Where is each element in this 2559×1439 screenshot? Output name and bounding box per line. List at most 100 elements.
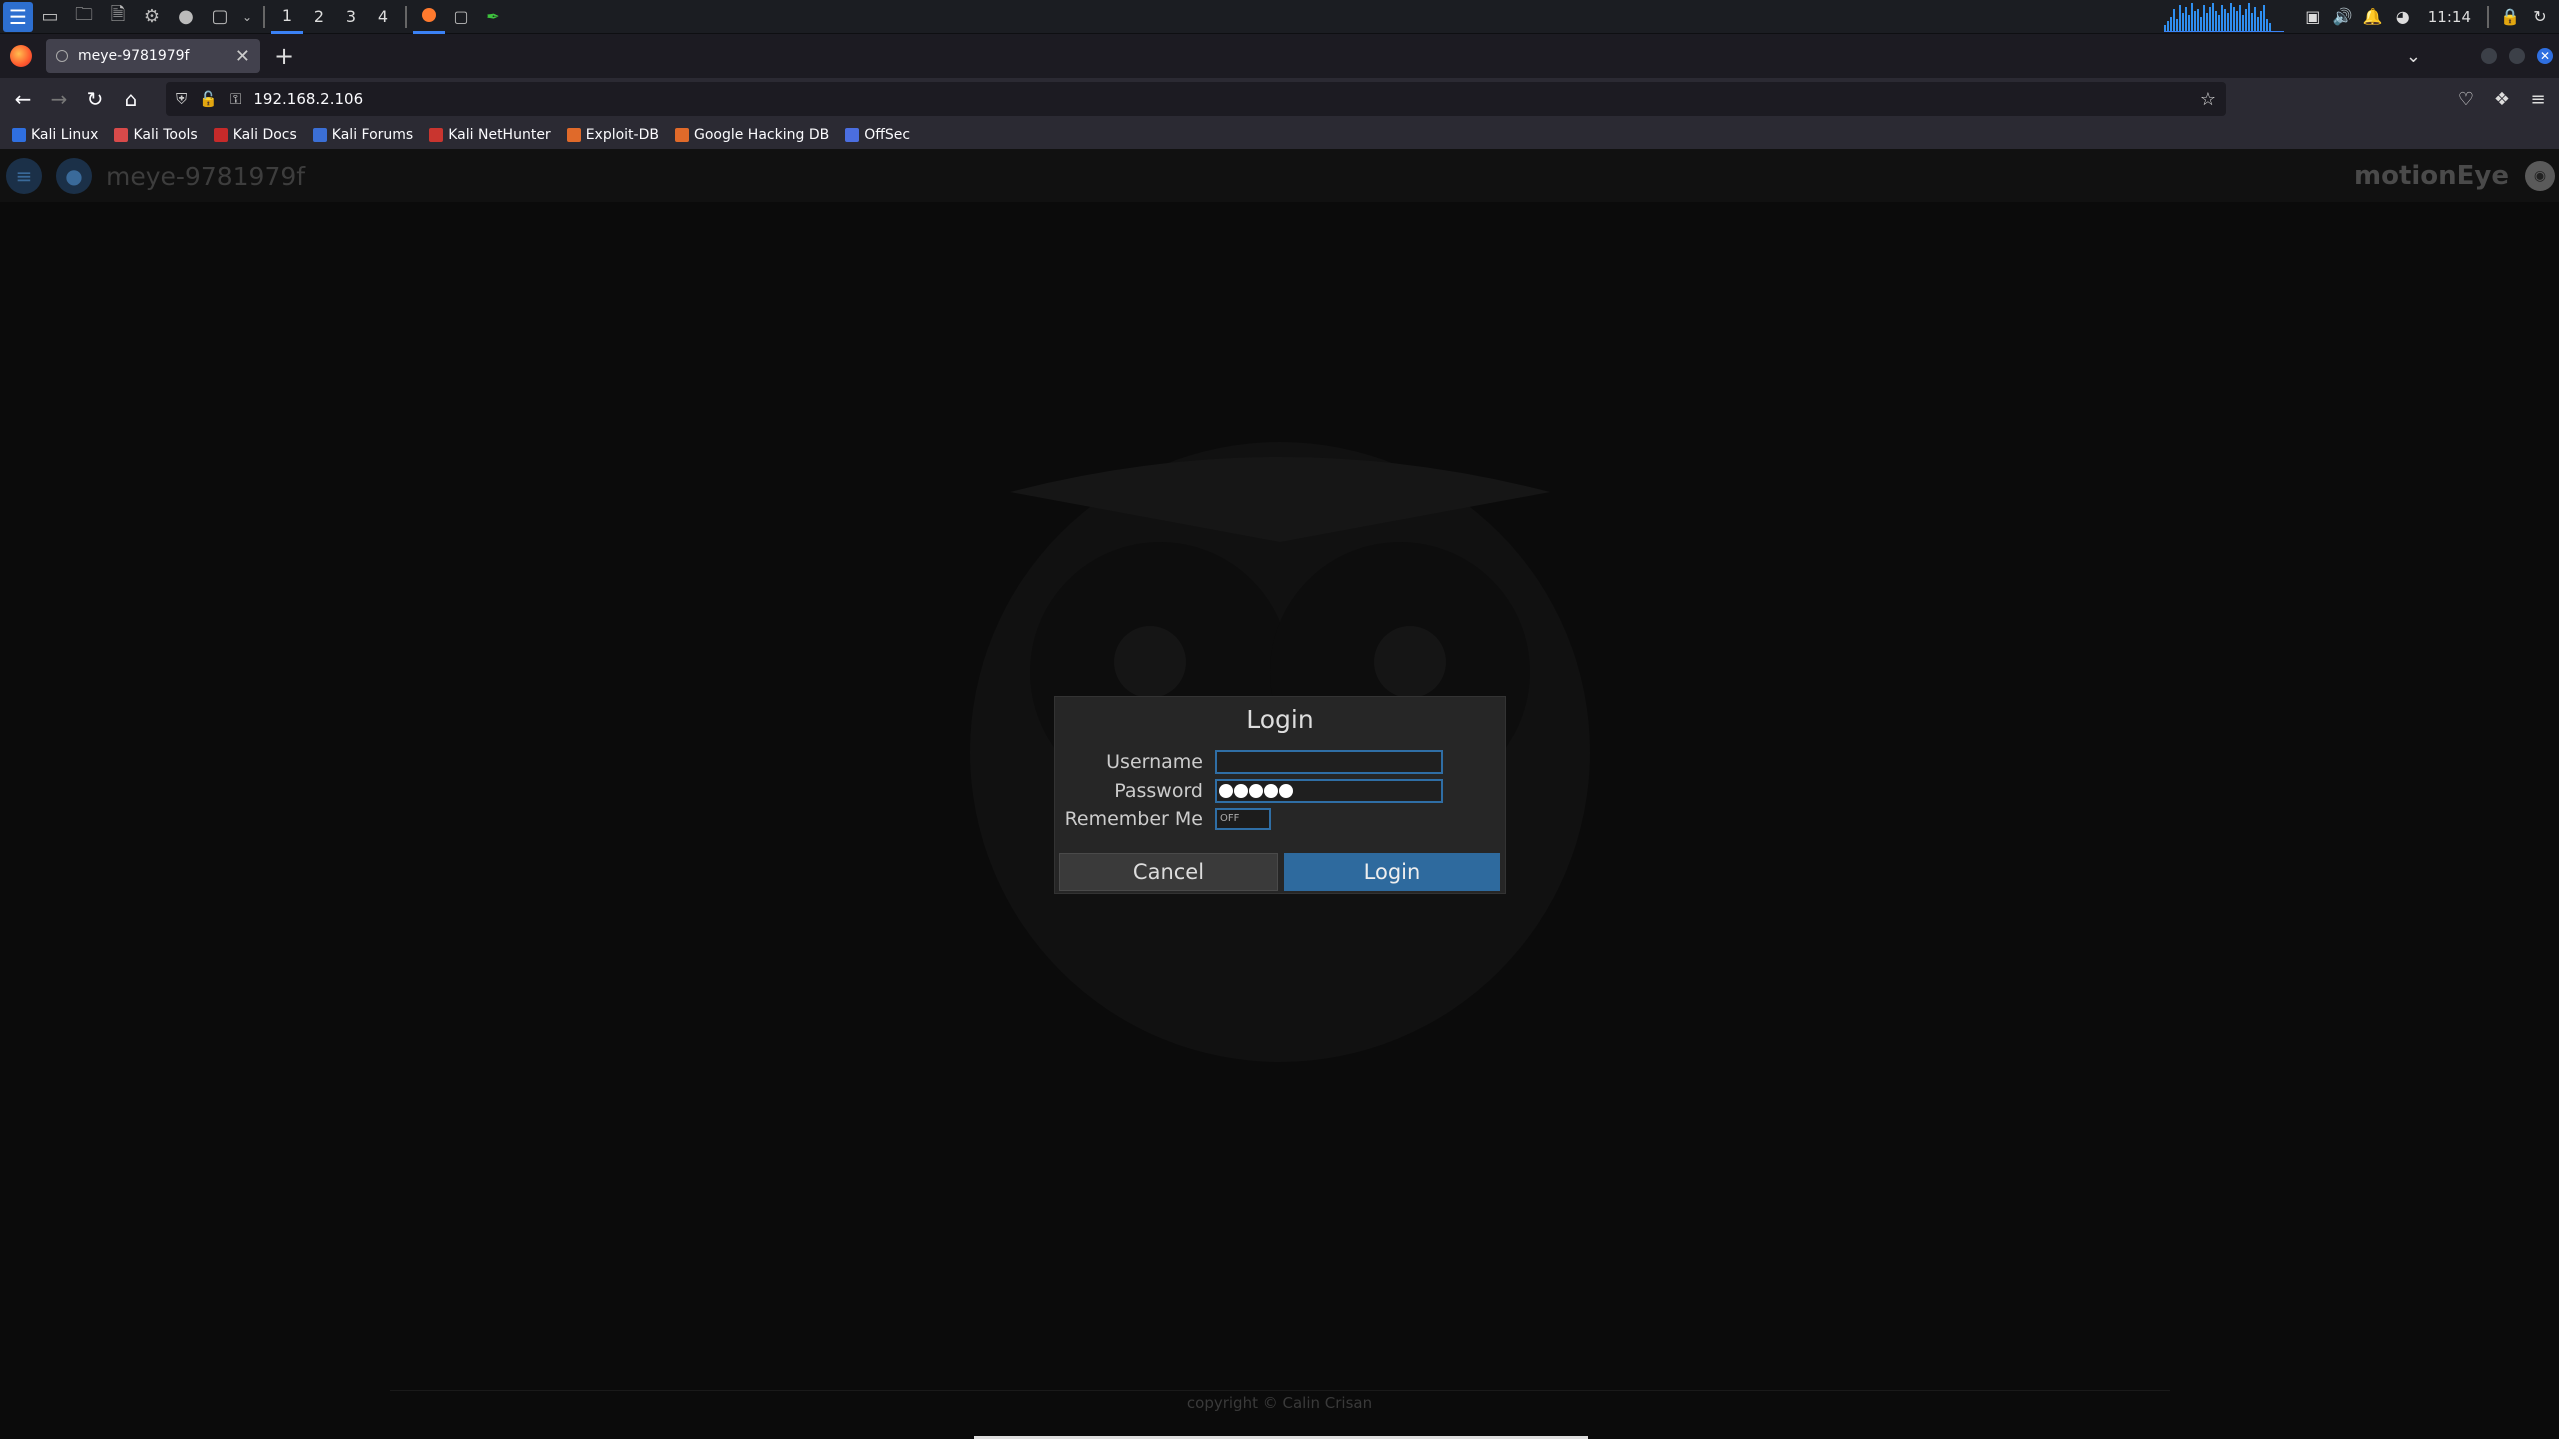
bookmark-label: Kali Docs [232, 126, 297, 143]
reload-icon[interactable]: ↻ [78, 82, 112, 116]
close-window-icon[interactable]: ✕ [2537, 48, 2553, 64]
pocket-icon[interactable]: ♡ [2455, 89, 2477, 110]
lock-icon[interactable]: 🔒 [2495, 0, 2525, 34]
username-input[interactable] [1215, 750, 1443, 774]
firefox-launcher-icon[interactable]: ● [172, 3, 200, 31]
brand-title: motionEye [2353, 161, 2509, 191]
bookmark-label: Kali Linux [31, 126, 99, 143]
motioneye-page: ≡ ● meye-9781979f motionEye ◉ copyright … [0, 150, 2559, 1439]
workspace-2[interactable]: 2 [303, 0, 335, 34]
bookmark-label: Kali Tools [133, 126, 198, 143]
power-icon[interactable]: ↻ [2525, 0, 2555, 34]
minimize-window-icon[interactable] [2481, 48, 2497, 64]
url-text[interactable]: 192.168.2.106 [253, 90, 363, 108]
remember-me-row: Remember Me OFF [1055, 806, 1505, 832]
kali-docs-icon [213, 127, 228, 142]
url-bar[interactable]: ⛨ 🔓 ⚿ 192.168.2.106 ☆ [166, 82, 2226, 116]
hamburger-menu-icon[interactable]: ≡ [2527, 89, 2549, 110]
bookmark-label: Kali NetHunter [448, 126, 551, 143]
bookmark-label: Google Hacking DB [693, 126, 830, 143]
password-row: Password [1055, 778, 1505, 804]
password-dot [1264, 784, 1278, 798]
taskbar-divider [405, 5, 407, 28]
bookmark-kali-linux[interactable]: Kali Linux [12, 127, 98, 143]
user-account-icon[interactable]: ● [56, 158, 92, 194]
login-button[interactable]: Login [1284, 853, 1500, 891]
bookmark-kali-nethunter[interactable]: Kali NetHunter [429, 126, 551, 143]
workspace-3[interactable]: 3 [335, 0, 367, 34]
password-mask [1217, 781, 1441, 801]
ghdb-icon [674, 127, 689, 142]
login-dialog-title: Login [1246, 705, 1314, 734]
kali-menu-icon[interactable]: ☰ [3, 1, 33, 32]
bookmark-star-icon[interactable]: ☆ [2200, 89, 2216, 110]
kali-dragon-icon [12, 127, 26, 142]
bookmark-label: OffSec [864, 126, 911, 143]
motioneye-header: ≡ ● meye-9781979f motionEye ◉ [0, 150, 2559, 202]
workspace-1[interactable]: 1 [271, 0, 303, 34]
back-icon[interactable]: ← [6, 82, 40, 116]
copyright-footer: copyright © Calin Crisan [1186, 1394, 1373, 1412]
bookmark-label: Exploit-DB [585, 126, 659, 143]
firefox-view-icon[interactable] [10, 45, 32, 67]
bookmark-google-hacking-db[interactable]: Google Hacking DB [674, 126, 830, 143]
username-row: Username [1055, 749, 1505, 775]
terminal-window-icon[interactable]: ▢ [445, 0, 477, 34]
firefox-window-icon[interactable] [413, 0, 445, 34]
terminal-launcher-icon[interactable]: ▢ [206, 3, 234, 31]
bookmark-exploit-db[interactable]: Exploit-DB [566, 126, 659, 143]
text-editor-icon[interactable]: 🗎 [104, 3, 132, 31]
bookmark-offsec[interactable]: OffSec [845, 127, 910, 143]
clock-icon: ◕ [2395, 7, 2410, 26]
main-menu-icon[interactable]: ≡ [6, 158, 42, 194]
workspace-4[interactable]: 4 [367, 0, 399, 34]
password-dot [1219, 784, 1233, 798]
kali-tools-icon [114, 127, 129, 142]
close-tab-icon[interactable]: ✕ [235, 46, 250, 67]
password-dot [1249, 784, 1263, 798]
volume-icon[interactable]: 🔊 [2328, 0, 2358, 34]
notification-bell-icon[interactable]: 🔔 [2358, 0, 2388, 34]
extensions-icon[interactable]: ❖ [2491, 89, 2513, 110]
bookmark-kali-docs[interactable]: Kali Docs [213, 126, 297, 143]
settings-icon[interactable]: ⚙ [138, 3, 166, 31]
display-icon[interactable]: ▣ [2298, 0, 2328, 34]
browser-nav-bar: ← → ↻ ⌂ ⛨ 🔓 ⚿ 192.168.2.106 ☆ ♡ ❖ ≡ [0, 78, 2559, 120]
browser-tab[interactable]: meye-9781979f ✕ [46, 39, 260, 73]
password-dot [1234, 784, 1248, 798]
maximize-window-icon[interactable] [2509, 48, 2525, 64]
exploit-db-icon [566, 127, 581, 142]
desktop-icon[interactable]: ▭ [36, 3, 64, 31]
app-window-icon[interactable]: ✒ [477, 0, 509, 34]
taskbar-divider [2487, 5, 2489, 28]
kali-forums-icon [312, 127, 327, 142]
login-dialog: Login Username Password Remember Me OFF … [1055, 697, 1505, 893]
bookmark-kali-tools[interactable]: Kali Tools [114, 126, 198, 143]
password-label: Password [1114, 780, 1203, 802]
home-icon[interactable]: ⌂ [114, 82, 148, 116]
username-label: Username [1106, 751, 1203, 773]
cancel-button[interactable]: Cancel [1059, 853, 1278, 891]
file-manager-icon[interactable]: 🗀 [70, 3, 98, 31]
shield-icon[interactable]: ⛨ [176, 90, 187, 108]
new-tab-icon[interactable]: + [274, 42, 294, 70]
cpu-graph [2163, 2, 2284, 32]
footer-divider [390, 1390, 2170, 1391]
bookmark-kali-forums[interactable]: Kali Forums [312, 126, 414, 143]
tab-favicon-icon [56, 50, 68, 62]
bookmarks-toolbar: Kali Linux Kali Tools Kali Docs Kali For… [0, 120, 2559, 150]
clock-time[interactable]: 11:14 [2428, 8, 2471, 26]
list-all-tabs-icon[interactable]: ⌄ [2406, 46, 2421, 67]
system-taskbar: ☰ ▭ 🗀 🗎 ⚙ ● ▢ ⌄ 1 2 3 4 ▢ ✒ ▣ 🔊 🔔 ◕ 11:1… [0, 0, 2559, 34]
nethunter-icon [429, 127, 444, 142]
motioneye-logo-icon: ◉ [2525, 161, 2555, 191]
password-input[interactable] [1215, 779, 1443, 803]
launcher-dropdown-icon[interactable]: ⌄ [240, 3, 254, 31]
device-hostname: meye-9781979f [106, 161, 306, 191]
forward-icon[interactable]: → [42, 82, 76, 116]
browser-tab-bar: meye-9781979f ✕ + ⌄ ✕ [0, 34, 2559, 78]
bookmark-label: Kali Forums [331, 126, 414, 143]
key-icon[interactable]: ⚿ [230, 90, 241, 108]
lock-insecure-icon[interactable]: 🔓 [199, 90, 218, 108]
remember-me-toggle[interactable]: OFF [1215, 808, 1271, 830]
